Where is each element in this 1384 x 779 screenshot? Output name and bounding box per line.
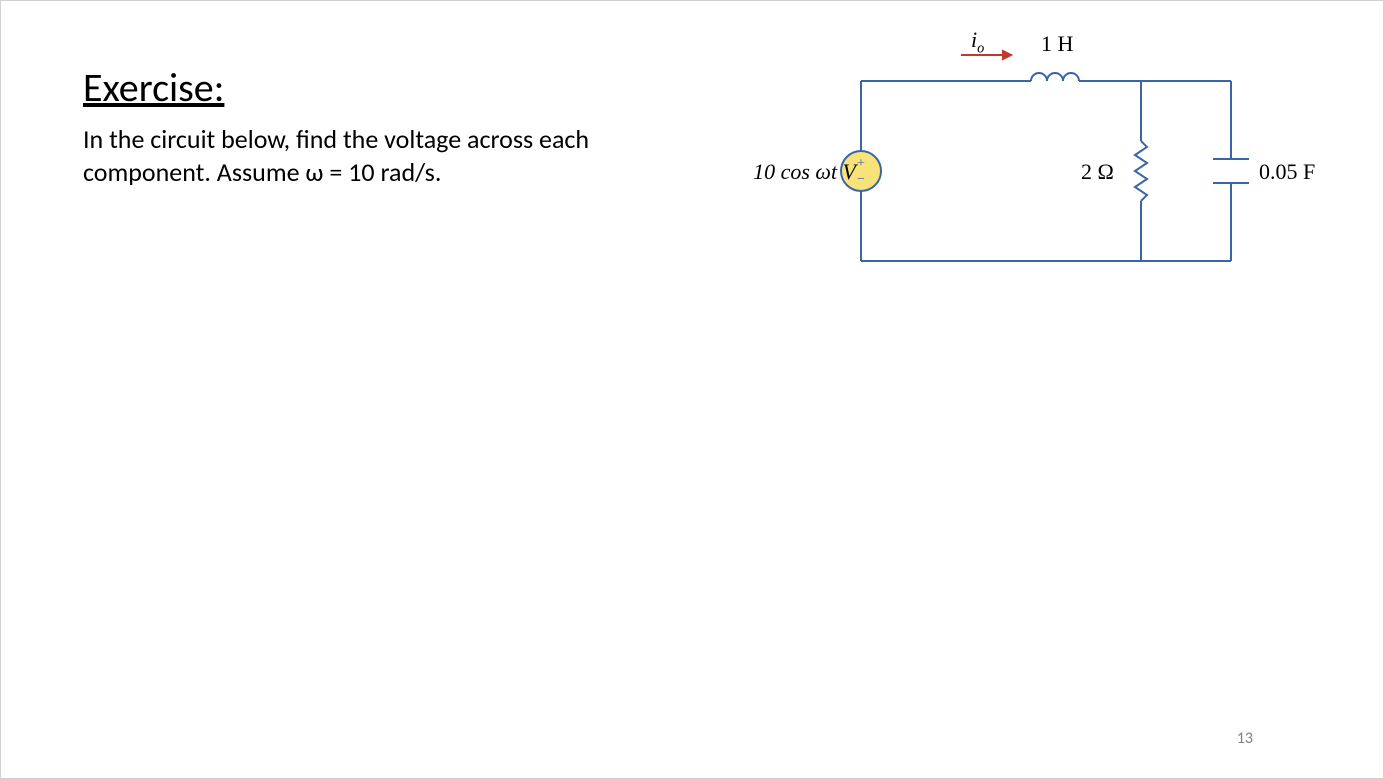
slide: Exercise: In the circuit below, find the… [0,0,1384,779]
svg-text:+: + [857,156,865,171]
exercise-line-2: component. Assume ω = 10 rad/s. [83,156,441,188]
exercise-line-1: In the circuit below, find the voltage a… [83,123,589,155]
resistor-label: 2 Ω [1081,159,1114,185]
exercise-heading: Exercise: [83,63,224,112]
circuit-diagram: + − 10 cos ωt V io 1 H 2 Ω 0.05 F [761,31,1321,291]
page-number: 13 [1237,729,1253,748]
source-label: 10 cos ωt V [706,159,856,185]
svg-text:−: − [857,172,865,187]
exercise-text: In the circuit below, find the voltage a… [83,123,643,188]
capacitor-label: 0.05 F [1259,159,1315,185]
current-label: io [971,27,984,57]
inductor-label: 1 H [1041,31,1073,57]
